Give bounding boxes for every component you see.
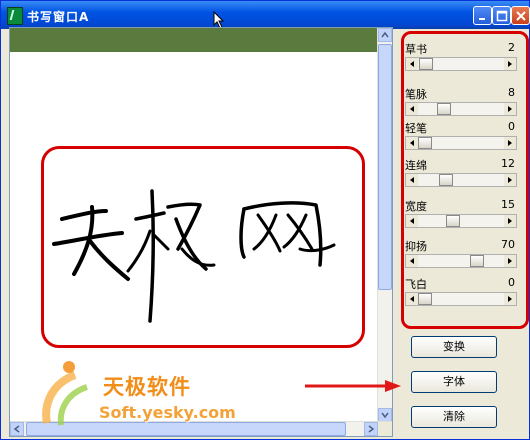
app-window: 书写窗口A 天极软件 Soft.yesky.com 草书 2 笔脉 8 轻笔 0… bbox=[0, 0, 530, 440]
slider-right-arrow-icon[interactable] bbox=[504, 215, 516, 227]
param-value: 15 bbox=[501, 198, 515, 211]
slider-thumb[interactable] bbox=[470, 255, 484, 267]
slider-left-arrow-icon[interactable] bbox=[406, 215, 418, 227]
param-label: 宽度 bbox=[405, 200, 427, 213]
param-label: 抑扬 bbox=[405, 240, 427, 253]
close-icon bbox=[516, 11, 526, 21]
slider-left-arrow-icon[interactable] bbox=[406, 103, 418, 115]
slider-thumb[interactable] bbox=[418, 137, 432, 149]
watermark-brand: 天极软件 bbox=[103, 375, 191, 399]
slider-right-arrow-icon[interactable] bbox=[504, 137, 516, 149]
slider-thumb[interactable] bbox=[437, 103, 451, 115]
slider-left-arrow-icon[interactable] bbox=[406, 255, 418, 267]
window-title: 书写窗口A bbox=[27, 10, 90, 24]
param-row: 笔脉 8 bbox=[405, 84, 517, 122]
scroll-right-icon[interactable] bbox=[364, 422, 378, 436]
slider-right-arrow-icon[interactable] bbox=[504, 174, 516, 186]
param-label: 笔脉 bbox=[405, 88, 427, 101]
param-row: 草书 2 bbox=[405, 39, 517, 77]
clear-button[interactable]: 清除 bbox=[411, 406, 497, 428]
slider-left-arrow-icon[interactable] bbox=[406, 58, 418, 70]
handwriting-highlight bbox=[41, 146, 365, 348]
param-row: 连绵 12 bbox=[405, 155, 517, 193]
param-slider[interactable] bbox=[405, 57, 517, 71]
font-button[interactable]: 字体 bbox=[411, 371, 497, 393]
watermark: 天极软件 Soft.yesky.com bbox=[39, 353, 236, 433]
param-value: 70 bbox=[501, 238, 515, 251]
slider-left-arrow-icon[interactable] bbox=[406, 137, 418, 149]
param-value: 0 bbox=[508, 120, 515, 133]
slider-right-arrow-icon[interactable] bbox=[504, 255, 516, 267]
slider-right-arrow-icon[interactable] bbox=[504, 293, 516, 305]
scroll-down-icon[interactable] bbox=[378, 408, 392, 422]
vertical-scrollbar[interactable] bbox=[377, 28, 392, 422]
param-slider[interactable] bbox=[405, 102, 517, 116]
scroll-up-icon[interactable] bbox=[378, 28, 392, 42]
title-bar[interactable]: 书写窗口A bbox=[1, 1, 530, 29]
slider-thumb[interactable] bbox=[419, 58, 433, 70]
param-label: 飞白 bbox=[405, 278, 427, 291]
maximize-icon bbox=[496, 10, 508, 22]
handwriting-strokes bbox=[52, 189, 336, 323]
param-value: 2 bbox=[508, 41, 515, 54]
param-label: 连绵 bbox=[405, 159, 427, 172]
param-label: 草书 bbox=[405, 43, 427, 56]
transform-button[interactable]: 变换 bbox=[411, 336, 497, 358]
scroll-corner bbox=[378, 422, 392, 436]
param-slider[interactable] bbox=[405, 214, 517, 228]
param-row: 轻笔 0 bbox=[405, 118, 517, 156]
canvas-header-strip bbox=[10, 28, 380, 52]
param-value: 8 bbox=[508, 86, 515, 99]
app-icon[interactable] bbox=[7, 7, 23, 25]
param-slider[interactable] bbox=[405, 136, 517, 150]
close-button[interactable] bbox=[511, 6, 530, 25]
slider-left-arrow-icon[interactable] bbox=[406, 293, 418, 305]
param-slider[interactable] bbox=[405, 173, 517, 187]
vertical-scroll-thumb[interactable] bbox=[378, 44, 392, 290]
slider-thumb[interactable] bbox=[439, 174, 453, 186]
watermark-site: Soft.yesky.com bbox=[99, 403, 236, 422]
slider-thumb[interactable] bbox=[446, 215, 460, 227]
param-row: 宽度 15 bbox=[405, 196, 517, 234]
param-value: 0 bbox=[508, 276, 515, 289]
slider-left-arrow-icon[interactable] bbox=[406, 174, 418, 186]
slider-right-arrow-icon[interactable] bbox=[504, 58, 516, 70]
param-slider[interactable] bbox=[405, 292, 517, 306]
scroll-left-icon[interactable] bbox=[10, 422, 24, 436]
param-label: 轻笔 bbox=[405, 122, 427, 135]
red-arrow-icon bbox=[305, 380, 401, 392]
slider-thumb[interactable] bbox=[418, 293, 432, 305]
maximize-button[interactable] bbox=[492, 6, 511, 25]
param-row: 飞白 0 bbox=[405, 274, 517, 312]
minimize-button[interactable] bbox=[473, 6, 492, 25]
param-row: 抑扬 70 bbox=[405, 236, 517, 274]
slider-right-arrow-icon[interactable] bbox=[504, 103, 516, 115]
param-slider[interactable] bbox=[405, 254, 517, 268]
param-value: 12 bbox=[501, 157, 515, 170]
minimize-icon bbox=[479, 18, 485, 20]
